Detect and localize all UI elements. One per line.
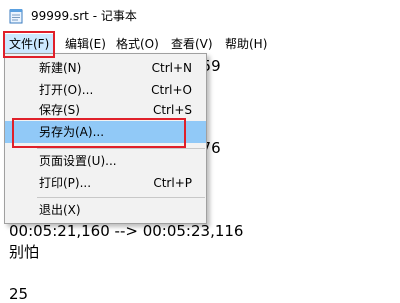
- menu-file[interactable]: 文件(F): [5, 34, 53, 54]
- menu-item-save-as[interactable]: 另存为(A)...: [5, 121, 206, 143]
- menu-format[interactable]: 格式(O): [112, 34, 163, 54]
- menu-item-label: 页面设置(U)...: [39, 154, 117, 168]
- menu-item-label: 打印(P)...: [39, 176, 92, 190]
- notepad-icon: [9, 9, 23, 24]
- menu-item-shortcut: Ctrl+O: [151, 83, 192, 97]
- menu-item-label: 退出(X): [39, 203, 81, 217]
- menu-item-label: 打开(O)...: [39, 83, 94, 97]
- menu-item-label: 新建(N): [39, 61, 82, 75]
- menu-edit[interactable]: 编辑(E): [61, 34, 110, 54]
- menu-item-open[interactable]: 打开(O)... Ctrl+O: [5, 79, 206, 101]
- menu-item-page-setup[interactable]: 页面设置(U)...: [5, 150, 206, 172]
- menu-separator: [37, 148, 205, 149]
- menu-item-shortcut: Ctrl+S: [152, 103, 192, 117]
- menu-item-shortcut: Ctrl+N: [151, 61, 192, 75]
- menu-view[interactable]: 查看(V): [167, 34, 217, 54]
- editor-line: 00:05:21,160 --> 00:05:23,116: [9, 222, 244, 240]
- title-bar: 99999.srt - 记事本: [0, 0, 400, 32]
- editor-line: 别怕: [9, 243, 40, 261]
- menu-help[interactable]: 帮助(H): [221, 34, 271, 54]
- menu-item-new[interactable]: 新建(N) Ctrl+N: [5, 57, 206, 79]
- menu-item-label: 保存(S): [39, 103, 80, 117]
- menu-item-print[interactable]: 打印(P)... Ctrl+P: [5, 172, 206, 194]
- menu-item-label: 另存为(A)...: [39, 125, 105, 139]
- menu-item-exit[interactable]: 退出(X): [5, 199, 206, 221]
- menu-bar: 文件(F) 编辑(E) 格式(O) 查看(V) 帮助(H): [0, 32, 400, 54]
- menu-separator: [37, 197, 205, 198]
- window-title: 99999.srt - 记事本: [31, 9, 137, 23]
- menu-item-save[interactable]: 保存(S) Ctrl+S: [5, 99, 206, 121]
- menu-item-shortcut: Ctrl+P: [153, 176, 192, 190]
- editor-line: 25: [9, 285, 29, 303]
- file-menu-dropdown: 新建(N) Ctrl+N 打开(O)... Ctrl+O 保存(S) Ctrl+…: [4, 53, 207, 224]
